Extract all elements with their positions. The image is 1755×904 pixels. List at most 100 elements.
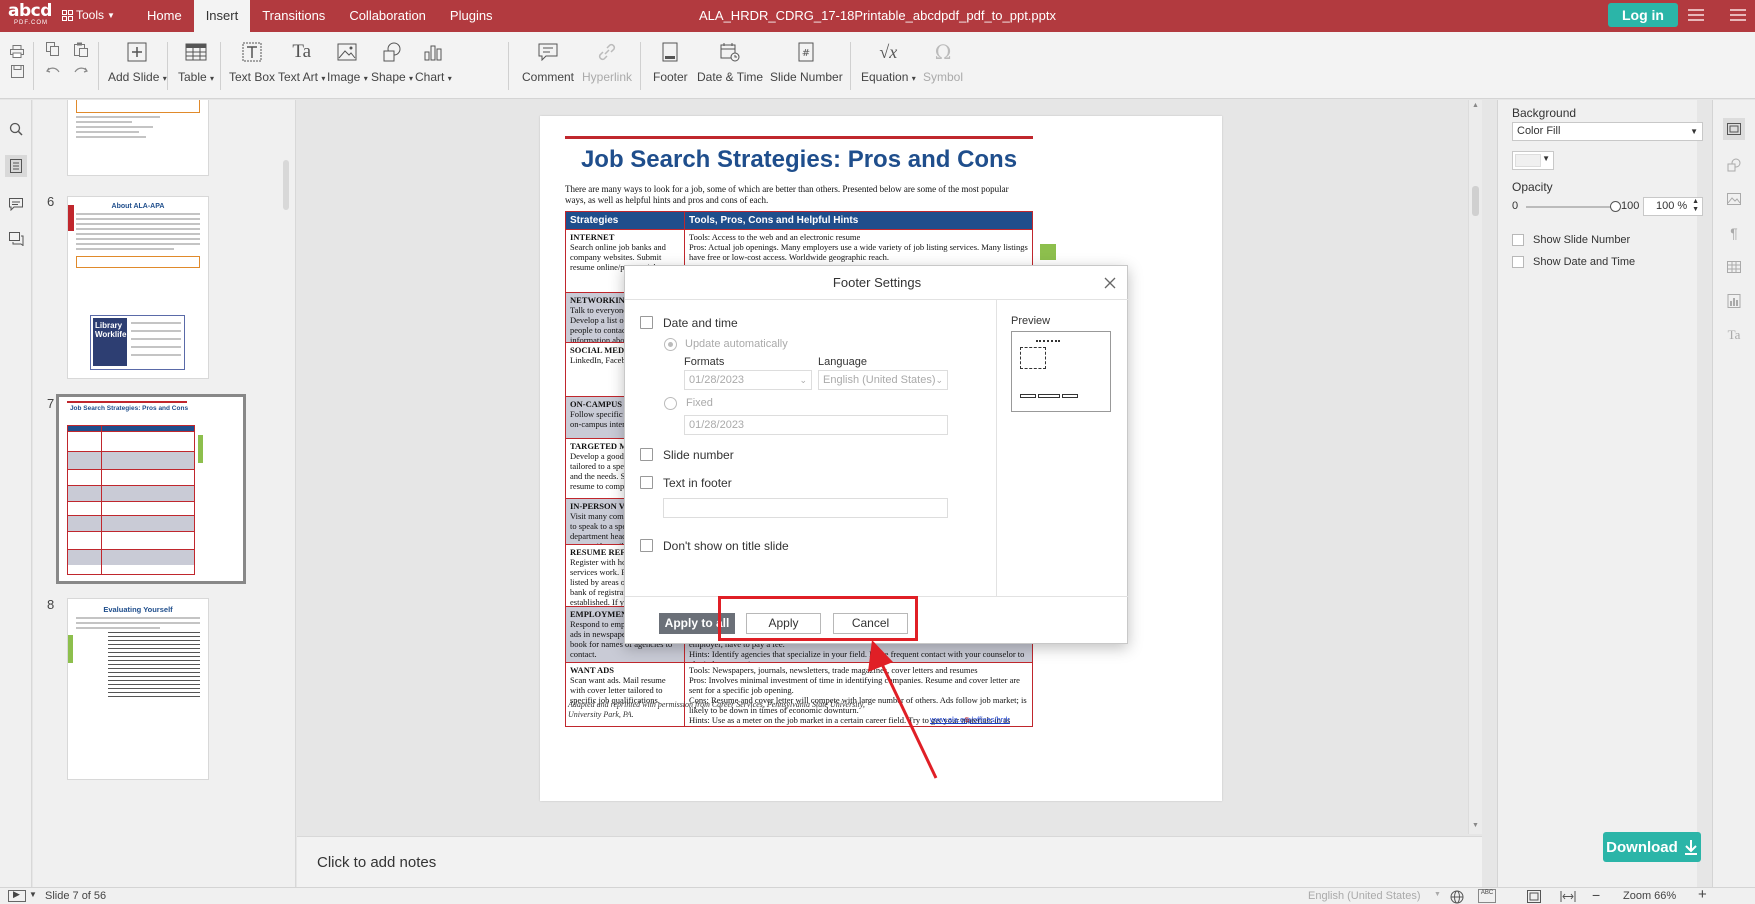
equation-button[interactable]: √x Equation ▾ (861, 40, 916, 85)
spellcheck-icon[interactable]: ABC (1478, 889, 1496, 903)
scroll-down-icon[interactable]: ▼ (1472, 822, 1479, 829)
chart-settings-icon[interactable] (1723, 290, 1745, 312)
dont-show-title-checkbox[interactable] (640, 539, 653, 552)
table-button[interactable]: Table ▾ (178, 40, 214, 84)
hyperlink-button[interactable]: Hyperlink (582, 40, 632, 84)
text-box-button[interactable]: Text Box (229, 40, 275, 84)
opacity-slider-handle[interactable] (1610, 201, 1621, 212)
language-select[interactable]: English (United States) ⌄ (818, 370, 948, 390)
slide-thumbnails: 6 About ALA-APA Library Worklife 7 Job S… (33, 100, 296, 887)
slide-link[interactable]: www.ala.org/offices/hrdr (930, 715, 1010, 724)
table-icon (184, 40, 208, 64)
footer-button[interactable]: Footer (653, 40, 688, 84)
login-button[interactable]: Log in (1608, 3, 1678, 27)
omega-icon: Ω (934, 40, 952, 64)
chevron-down-icon: ▼ (1542, 154, 1550, 163)
fixed-radio[interactable] (664, 397, 677, 410)
color-swatch (1515, 154, 1541, 167)
globe-icon[interactable] (1450, 890, 1464, 904)
notes-area[interactable]: Click to add notes (297, 836, 1482, 887)
notes-placeholder: Click to add notes (317, 854, 437, 871)
slide-thumbnail-7[interactable]: Job Search Strategies: Pros and Cons (56, 394, 246, 584)
scroll-thumb[interactable] (1472, 186, 1479, 216)
slide-accent-tab (1040, 244, 1056, 260)
menu-icon[interactable] (1688, 9, 1704, 23)
stepper-icon[interactable]: ▲ ▼ (1692, 198, 1699, 214)
column-header: Tools, Pros, Cons and Helpful Hints (689, 215, 859, 226)
shape-settings-icon[interactable] (1723, 154, 1745, 176)
canvas-scrollbar[interactable]: ▲ ▼ (1468, 100, 1482, 834)
ribbon-toolbar: Add Slide ▾ Table ▾ Text Box Ta Text Art… (0, 32, 1755, 99)
symbol-button[interactable]: Ω Symbol (923, 40, 963, 84)
add-slide-button[interactable]: Add Slide ▾ (108, 40, 167, 84)
paragraph-settings-icon[interactable]: ¶ (1723, 222, 1745, 244)
date-time-checkbox[interactable] (640, 316, 653, 329)
properties-panel: Background Color Fill ▼ ▼ Opacity 0 100 … (1497, 100, 1703, 887)
slide-thumbnail-8[interactable]: Evaluating Yourself (67, 598, 209, 780)
save-icon[interactable] (8, 62, 26, 80)
text-in-footer-checkbox[interactable] (640, 476, 653, 489)
footer-text-input[interactable] (663, 498, 948, 518)
language-status[interactable]: English (United States) (1308, 890, 1421, 902)
redo-icon[interactable] (72, 62, 90, 80)
tab-transitions[interactable]: Transitions (250, 0, 337, 32)
print-icon[interactable] (8, 42, 26, 60)
thumbnail-image-text: Library Worklife (93, 318, 127, 366)
slide-counter: Slide 7 of 56 (45, 890, 107, 902)
zoom-out-icon[interactable]: − (1592, 887, 1600, 903)
tab-plugins[interactable]: Plugins (438, 0, 505, 32)
copy-icon[interactable] (44, 40, 62, 58)
comment-button[interactable]: Comment (522, 40, 574, 84)
slide-number-checkbox[interactable] (640, 448, 653, 461)
tab-collaboration[interactable]: Collaboration (337, 0, 438, 32)
slides-panel-icon[interactable] (5, 155, 27, 177)
table-settings-icon[interactable] (1723, 256, 1745, 278)
text-art-button[interactable]: Ta Text Art ▾ (278, 40, 325, 84)
opacity-slider-track[interactable] (1526, 206, 1616, 208)
play-slideshow-icon[interactable]: ▶ (8, 889, 26, 902)
opacity-value: 100 % (1656, 200, 1688, 212)
paste-icon[interactable] (72, 40, 90, 58)
tab-insert[interactable]: Insert (193, 0, 251, 32)
show-slide-number-checkbox[interactable] (1512, 234, 1524, 246)
equation-label: Equation (861, 70, 909, 84)
chevron-down-icon[interactable]: ▼ (29, 890, 37, 899)
fit-slide-icon[interactable] (1527, 890, 1541, 903)
show-date-time-checkbox[interactable] (1512, 256, 1524, 268)
comment-label: Comment (522, 70, 575, 84)
download-button[interactable]: Download (1603, 832, 1701, 862)
comments-panel-icon[interactable] (5, 193, 27, 215)
tools-menu[interactable]: Tools ▼ (62, 8, 115, 22)
zoom-in-icon[interactable]: + (1698, 886, 1707, 903)
color-picker[interactable]: ▼ (1512, 151, 1554, 170)
date-time-button[interactable]: Date & Time (697, 40, 763, 84)
close-icon[interactable] (1102, 275, 1118, 291)
chevron-down-icon: ▼ (1690, 127, 1698, 136)
text-art-settings-icon[interactable]: Ta (1723, 324, 1745, 346)
format-select[interactable]: 01/28/2023 ⌄ (684, 370, 812, 390)
image-settings-icon[interactable] (1723, 188, 1745, 210)
chat-panel-icon[interactable] (5, 228, 27, 250)
slide-thumbnail-5[interactable] (67, 100, 209, 176)
slide-number-button[interactable]: # Slide Number (770, 40, 843, 84)
app-logo[interactable]: abcd PDF.COM (8, 3, 56, 29)
thumbnails-scrollbar[interactable] (283, 160, 289, 210)
undo-icon[interactable] (44, 62, 62, 80)
scroll-up-icon[interactable]: ▲ (1472, 102, 1479, 109)
background-fill-select[interactable]: Color Fill ▼ (1512, 122, 1703, 141)
chart-button[interactable]: Chart ▾ (415, 40, 452, 84)
more-menu-icon[interactable] (1730, 9, 1746, 23)
search-icon[interactable] (5, 118, 27, 140)
slide-thumbnail-6[interactable]: About ALA-APA Library Worklife (67, 196, 209, 379)
slide-settings-icon[interactable] (1723, 118, 1745, 140)
image-button[interactable]: Image ▾ (327, 40, 368, 84)
tab-home[interactable]: Home (135, 0, 194, 32)
fixed-date-input[interactable]: 01/28/2023 (684, 415, 948, 435)
opacity-input[interactable]: 100 % ▲ ▼ (1643, 197, 1703, 216)
dont-show-title-label: Don't show on title slide (663, 539, 789, 553)
slide-number-label: Slide Number (770, 70, 843, 84)
strategy-name: WANT ADS (570, 665, 615, 675)
fit-width-icon[interactable] (1560, 891, 1576, 902)
shape-button[interactable]: Shape ▾ (371, 40, 413, 84)
update-auto-radio[interactable] (664, 338, 677, 351)
